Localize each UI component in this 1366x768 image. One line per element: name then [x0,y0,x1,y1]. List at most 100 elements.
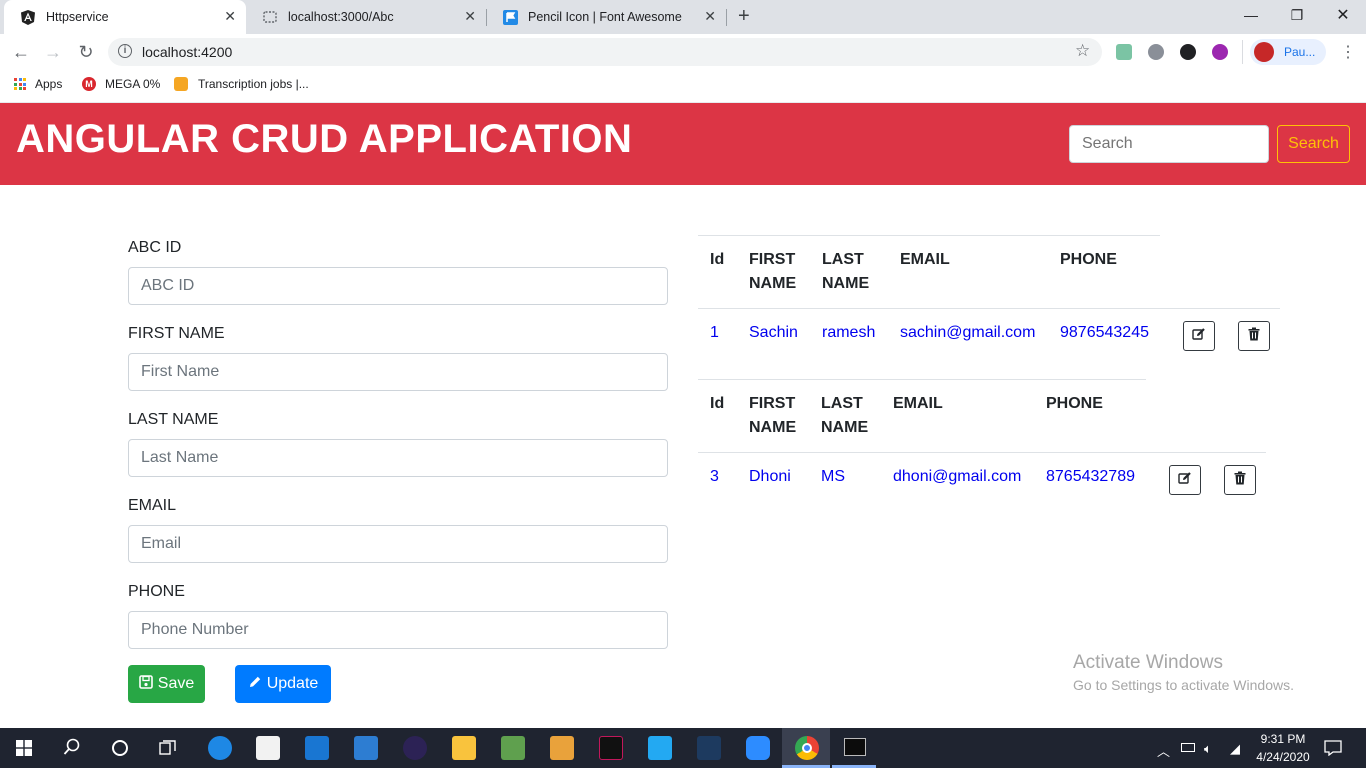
transcription-icon [174,77,188,91]
extension-mega-icon[interactable] [1148,44,1164,60]
header-id: Id [710,251,725,268]
header-first-name: FIRST NAME [749,251,797,292]
search-icon[interactable] [63,738,81,761]
edit-button[interactable] [1183,321,1215,351]
tab-title: Httpservice [46,10,109,24]
activate-windows-title: Activate Windows [1073,652,1223,673]
battery-icon[interactable] [1181,743,1195,752]
cmd-icon[interactable] [844,738,866,756]
label-abc-id: ABC ID [128,239,182,256]
chevron-up-icon[interactable]: ︿ [1157,741,1170,760]
delete-button[interactable] [1224,465,1256,495]
bookmark-mega[interactable]: M MEGA 0% [82,77,160,91]
first-name-field[interactable] [128,353,668,391]
header-email: EMAIL [893,395,943,412]
flag-icon [502,9,518,25]
phone-field[interactable] [128,611,668,649]
cell-phone: 9876543245 [1060,324,1149,341]
edit-button[interactable] [1169,465,1201,495]
abc-id-field[interactable] [128,267,668,305]
update-button[interactable]: Update [235,665,331,703]
close-icon[interactable]: ✕ [464,8,476,25]
toolbar-divider [1242,40,1243,64]
sourcetree-icon[interactable] [550,736,574,760]
nodejs-icon[interactable] [501,736,525,760]
new-tab-button[interactable]: + [738,5,750,28]
email-field[interactable] [128,525,668,563]
cell-id: 1 [710,324,719,341]
terminal-icon[interactable] [599,736,623,760]
minimize-icon[interactable]: — [1228,0,1274,30]
label-phone: PHONE [128,583,185,600]
mega-icon: M [82,77,96,91]
eclipse-icon[interactable] [403,736,427,760]
cell-first-name: Dhoni [749,468,791,485]
save-label: Save [157,675,195,692]
reload-icon[interactable]: ↻ [76,42,96,62]
label-first-name: FIRST NAME [128,325,225,342]
update-label: Update [266,675,319,692]
window-close-icon[interactable]: ✕ [1320,0,1366,30]
tab-title: localhost:3000/Abc [288,10,394,24]
url-text[interactable]: localhost:4200 [142,44,232,60]
back-arrow-icon[interactable]: ← [11,42,31,62]
volume-icon[interactable]: 🔈︎ [1204,741,1212,757]
tab-localhost-3000[interactable]: localhost:3000/Abc ✕ [246,0,486,34]
header-id: Id [710,395,725,412]
vscode-icon[interactable] [648,736,672,760]
search-button[interactable]: Search [1277,125,1350,163]
angular-icon [20,9,36,25]
clock-time[interactable]: 9:31 PM [1258,732,1308,746]
search-input[interactable] [1069,125,1269,163]
cell-email: dhoni@gmail.com [893,468,1022,485]
mysql-workbench-icon[interactable] [697,736,721,760]
delete-button[interactable] [1238,321,1270,351]
windows-start-icon[interactable] [16,740,32,761]
bookmark-label: MEGA 0% [105,77,161,91]
close-icon[interactable]: ✕ [704,8,716,25]
address-bar[interactable] [108,38,1102,66]
app-icon[interactable] [354,736,378,760]
extension-evernote-icon[interactable] [1116,44,1132,60]
globe-icon [262,9,278,25]
store-icon[interactable] [256,736,280,760]
header-first-name: FIRST NAME [749,395,797,436]
file-explorer-icon[interactable] [452,736,476,760]
table-header-border [698,452,1266,453]
cell-id: 3 [710,468,719,485]
edit-icon [1178,471,1192,490]
clock-date[interactable]: 4/24/2020 [1253,750,1313,764]
tab-title: Pencil Icon | Font Awesome [528,10,682,24]
mail-icon[interactable] [305,736,329,760]
extension-purple-icon[interactable] [1212,44,1228,60]
tab-httpservice[interactable]: Httpservice ✕ [4,0,246,34]
info-icon[interactable]: i [118,44,132,58]
header-phone: PHONE [1046,395,1103,412]
apps-grid-icon [14,78,26,90]
wifi-icon[interactable]: ◢ [1230,741,1240,757]
bookmark-transcription[interactable]: Transcription jobs |... [174,77,309,91]
table-top-border [698,379,1146,380]
cell-phone: 8765432789 [1046,468,1135,485]
zoom-icon[interactable] [746,736,770,760]
cell-last-name: MS [821,468,845,485]
edge-icon[interactable] [208,736,232,760]
cortana-icon[interactable] [112,740,128,756]
edit-icon [1192,327,1206,346]
task-view-icon[interactable] [159,740,177,761]
close-icon[interactable]: ✕ [224,8,236,25]
cell-first-name: Sachin [749,324,798,341]
extension-circle-icon[interactable] [1180,44,1196,60]
star-icon[interactable]: ☆ [1075,41,1090,61]
bookmark-apps[interactable]: Apps [14,77,62,91]
save-button[interactable]: Save [128,665,205,703]
avatar [1254,42,1274,62]
forward-arrow-icon[interactable]: → [43,42,63,62]
notification-icon[interactable] [1324,740,1342,761]
restore-icon[interactable]: ❐ [1274,0,1320,30]
header-last-name: LAST NAME [821,395,869,436]
tab-pencil-icon[interactable]: Pencil Icon | Font Awesome ✕ [486,0,726,34]
menu-kebab-icon[interactable]: ⋮ [1340,42,1356,62]
last-name-field[interactable] [128,439,668,477]
header-email: EMAIL [900,251,950,268]
